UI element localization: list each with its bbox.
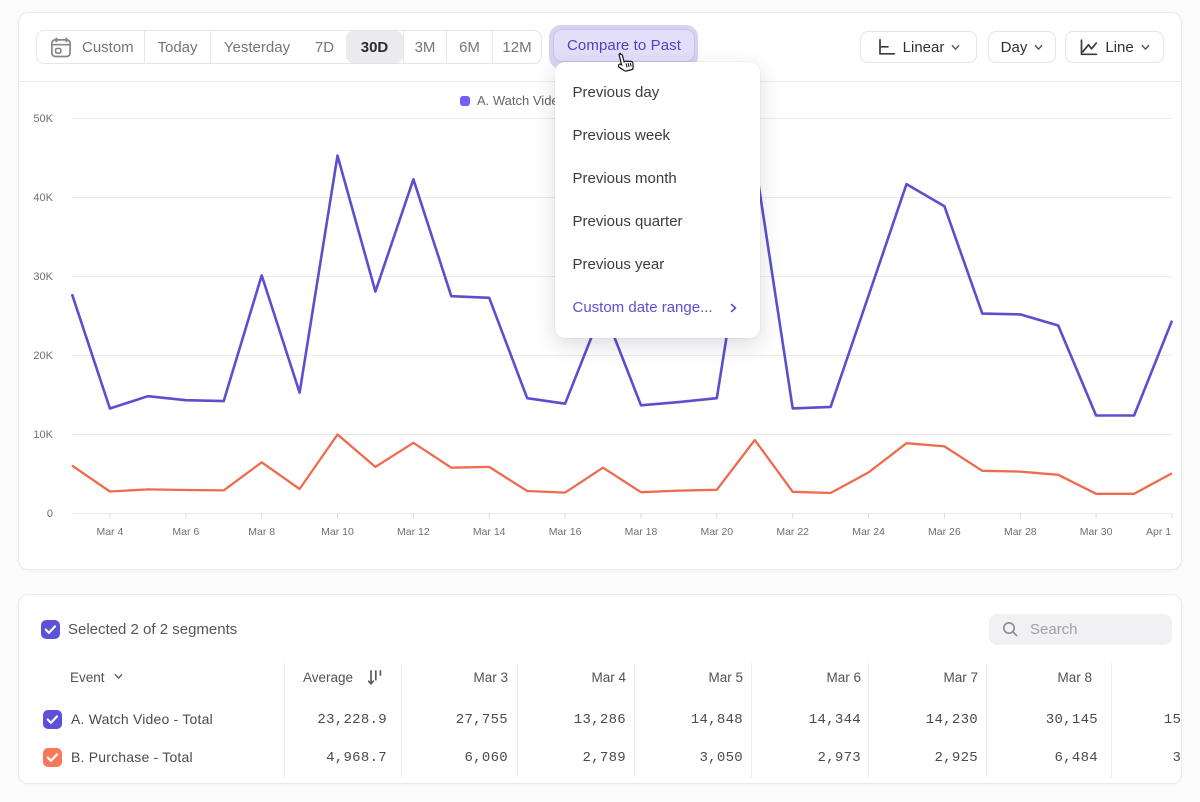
svg-text:Mar 30: Mar 30 <box>1080 526 1113 538</box>
svg-text:Mar 10: Mar 10 <box>321 526 354 538</box>
svg-text:Mar 6: Mar 6 <box>172 526 199 538</box>
svg-text:20K: 20K <box>33 350 53 362</box>
svg-text:0: 0 <box>47 508 53 520</box>
svg-text:30K: 30K <box>33 271 53 283</box>
svg-text:10K: 10K <box>33 429 53 441</box>
svg-text:50K: 50K <box>33 113 53 125</box>
svg-text:Mar 26: Mar 26 <box>928 526 961 538</box>
svg-text:Mar 20: Mar 20 <box>700 526 733 538</box>
svg-text:Mar 8: Mar 8 <box>248 526 275 538</box>
svg-text:Mar 22: Mar 22 <box>776 526 809 538</box>
svg-text:Mar 14: Mar 14 <box>473 526 506 538</box>
svg-text:Mar 4: Mar 4 <box>96 526 123 538</box>
svg-text:40K: 40K <box>33 192 53 204</box>
svg-text:Mar 12: Mar 12 <box>397 526 430 538</box>
svg-text:Mar 18: Mar 18 <box>625 526 658 538</box>
svg-text:Mar 24: Mar 24 <box>852 526 885 538</box>
svg-text:Apr 1: Apr 1 <box>1146 526 1171 538</box>
svg-text:Mar 16: Mar 16 <box>549 526 582 538</box>
svg-text:Mar 28: Mar 28 <box>1004 526 1037 538</box>
